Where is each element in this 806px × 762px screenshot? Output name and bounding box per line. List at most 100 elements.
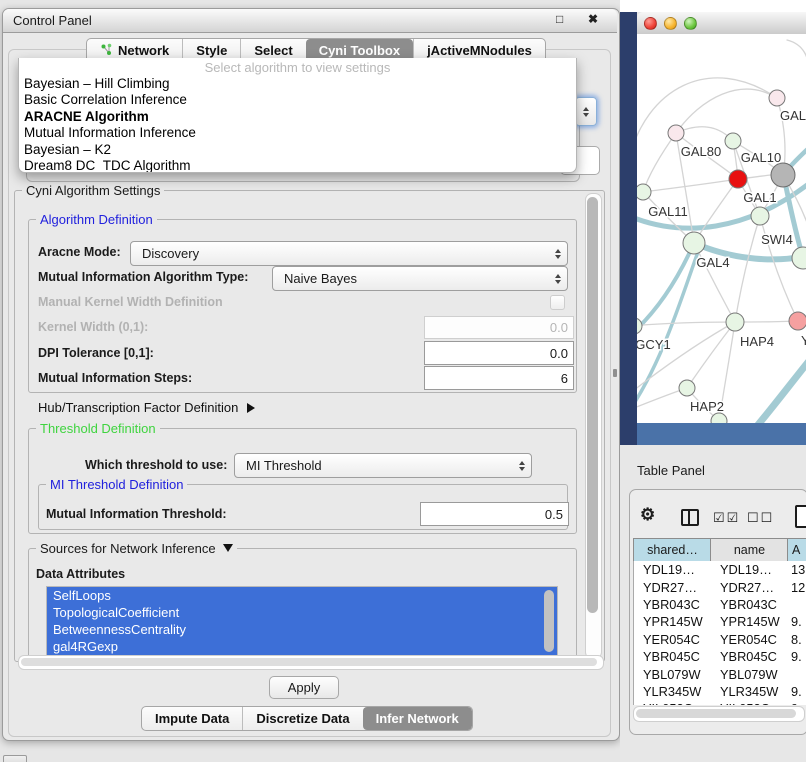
which-threshold-combobox[interactable]: MI Threshold [234, 453, 532, 478]
table-cell: YPR145W [634, 614, 711, 629]
network-node[interactable] [637, 318, 642, 334]
gear-icon[interactable]: ⚙ [640, 505, 655, 525]
network-node[interactable] [729, 170, 747, 188]
manual-kernel-checkbox[interactable] [550, 295, 565, 310]
settings-vertical-scrollbar[interactable] [585, 193, 602, 659]
network-node-label: SWI4 [761, 232, 793, 247]
table-row[interactable]: YDR27…YDR27…12 [634, 578, 806, 595]
table-row[interactable]: YLR345WYLR345W9. [634, 683, 806, 700]
minimized-panel-button[interactable] [3, 755, 27, 762]
deselect-all-columns-icon[interactable]: ☐☐ [747, 510, 774, 526]
hidden-combobox-stepper[interactable] [575, 97, 597, 126]
network-edge[interactable] [694, 179, 738, 243]
network-edge[interactable] [757, 356, 806, 423]
network-node[interactable] [679, 380, 695, 396]
network-node[interactable] [789, 312, 806, 330]
table-row[interactable]: YER054CYER054C8. [634, 631, 806, 648]
data-attribute-item[interactable]: SelfLoops [47, 587, 557, 604]
network-node[interactable] [726, 313, 744, 331]
network-node[interactable] [683, 232, 705, 254]
dpi-tolerance-field[interactable]: 0.0 [424, 341, 574, 365]
table-row[interactable]: YIL052CYIL052C9 [634, 700, 806, 705]
table-cell: YBL079W [711, 667, 788, 682]
mi-steps-field[interactable]: 6 [424, 366, 574, 390]
bottom-tabbar: Impute Data Discretize Data Infer Networ… [141, 706, 473, 731]
table-cell: YBL079W [634, 667, 711, 682]
network-node[interactable] [668, 125, 684, 141]
algorithm-option[interactable]: Bayesian – Hill Climbing [19, 76, 576, 92]
network-edge[interactable] [643, 133, 676, 192]
data-attribute-item[interactable]: BetweennessCentrality [47, 621, 557, 638]
columns-icon[interactable] [681, 509, 699, 526]
network-node[interactable] [751, 207, 769, 225]
network-node[interactable] [769, 90, 785, 106]
table-cell: YIL052C [634, 701, 711, 705]
table-cell: 13 [788, 562, 806, 577]
data-attribute-item[interactable]: TopologicalCoefficient [47, 604, 557, 621]
mi-type-combobox[interactable]: Naive Bayes [272, 266, 568, 291]
table-horizontal-scrollbar-thumb[interactable] [636, 709, 796, 718]
data-attribute-item[interactable]: gal4RGexp [47, 638, 557, 655]
apply-button-label: Apply [288, 680, 321, 695]
network-edge[interactable] [787, 40, 806, 74]
float-icon[interactable]: □ [556, 13, 563, 25]
column-header-third[interactable]: A [787, 538, 806, 562]
table-row[interactable]: YDL19…YDL19…13 [634, 561, 806, 578]
network-node[interactable] [725, 133, 741, 149]
tab-discretize-data[interactable]: Discretize Data [242, 707, 362, 730]
close-icon[interactable]: ✖ [588, 13, 598, 25]
export-table-icon[interactable] [795, 505, 806, 528]
mi-type-value: Naive Bayes [273, 271, 555, 286]
close-traffic-light[interactable] [644, 17, 657, 30]
hub-tf-definition-toggle[interactable]: Hub/Transcription Factor Definition [38, 400, 255, 415]
sources-toggle[interactable]: Sources for Network Inference [36, 542, 237, 555]
network-edge[interactable] [637, 322, 735, 326]
select-all-columns-icon[interactable]: ☑☑ [713, 510, 740, 526]
network-node[interactable] [637, 184, 651, 200]
network-canvas[interactable]: GALGAL80GAL10GAL11GAL1SWI4GAL4GCY1HAP4YH… [637, 34, 806, 423]
algorithm-option[interactable]: ARACNE Algorithm [19, 109, 576, 125]
network-edge[interactable] [687, 322, 735, 388]
network-window-titlebar[interactable] [637, 12, 806, 35]
settings-vertical-scrollbar-thumb[interactable] [587, 197, 598, 613]
network-node[interactable] [771, 163, 795, 187]
table-row[interactable]: YBR043CYBR043C [634, 596, 806, 613]
network-edge[interactable] [643, 179, 738, 192]
table-horizontal-scrollbar[interactable] [633, 706, 805, 722]
network-node[interactable] [792, 247, 806, 269]
table-cell: YDL19… [711, 562, 788, 577]
kernel-width-field[interactable]: 0.0 [424, 316, 574, 339]
table-cell: YER054C [634, 632, 711, 647]
table-row[interactable]: YBL079WYBL079W [634, 665, 806, 682]
tab-label: Cyni Toolbox [319, 43, 400, 58]
aracne-mode-combobox[interactable]: Discovery [130, 241, 568, 266]
tab-infer-network[interactable]: Infer Network [363, 707, 472, 730]
panel-divider-grip[interactable] [613, 369, 617, 377]
algorithm-option[interactable]: Bayesian – K2 [19, 142, 576, 158]
apply-button[interactable]: Apply [269, 676, 339, 699]
control-panel-titlebar[interactable] [3, 9, 617, 33]
column-header-name[interactable]: name [710, 538, 789, 562]
list-scrollbar-thumb[interactable] [544, 590, 554, 652]
algorithm-option[interactable]: Mutual Information Inference [19, 125, 576, 141]
tab-impute-data[interactable]: Impute Data [142, 707, 242, 730]
algorithm-option[interactable]: Basic Correlation Inference [19, 92, 576, 108]
network-node[interactable] [711, 413, 727, 423]
column-header-shared-name[interactable]: shared… [633, 538, 712, 562]
settings-horizontal-scrollbar-thumb[interactable] [21, 658, 597, 666]
mdi-background-left [620, 12, 637, 445]
network-edge[interactable] [676, 89, 777, 133]
zoom-traffic-light[interactable] [684, 17, 697, 30]
mi-threshold-field[interactable]: 0.5 [420, 502, 569, 526]
algorithm-dropdown-popup: Select algorithm to view settings Bayesi… [18, 58, 577, 173]
table-cell: YDL19… [634, 562, 711, 577]
table-row[interactable]: YPR145WYPR145W9. [634, 613, 806, 630]
settings-horizontal-scrollbar[interactable] [18, 655, 604, 670]
table-row[interactable]: YBR045CYBR045C9. [634, 648, 806, 665]
network-edge[interactable] [676, 127, 733, 141]
aracne-mode-label: Aracne Mode: [38, 246, 121, 259]
algorithm-option[interactable]: Dream8 DC_TDC Algorithm [19, 158, 576, 173]
network-edge[interactable] [735, 216, 760, 322]
minimize-traffic-light[interactable] [664, 17, 677, 30]
table-cell: 9. [788, 649, 806, 664]
